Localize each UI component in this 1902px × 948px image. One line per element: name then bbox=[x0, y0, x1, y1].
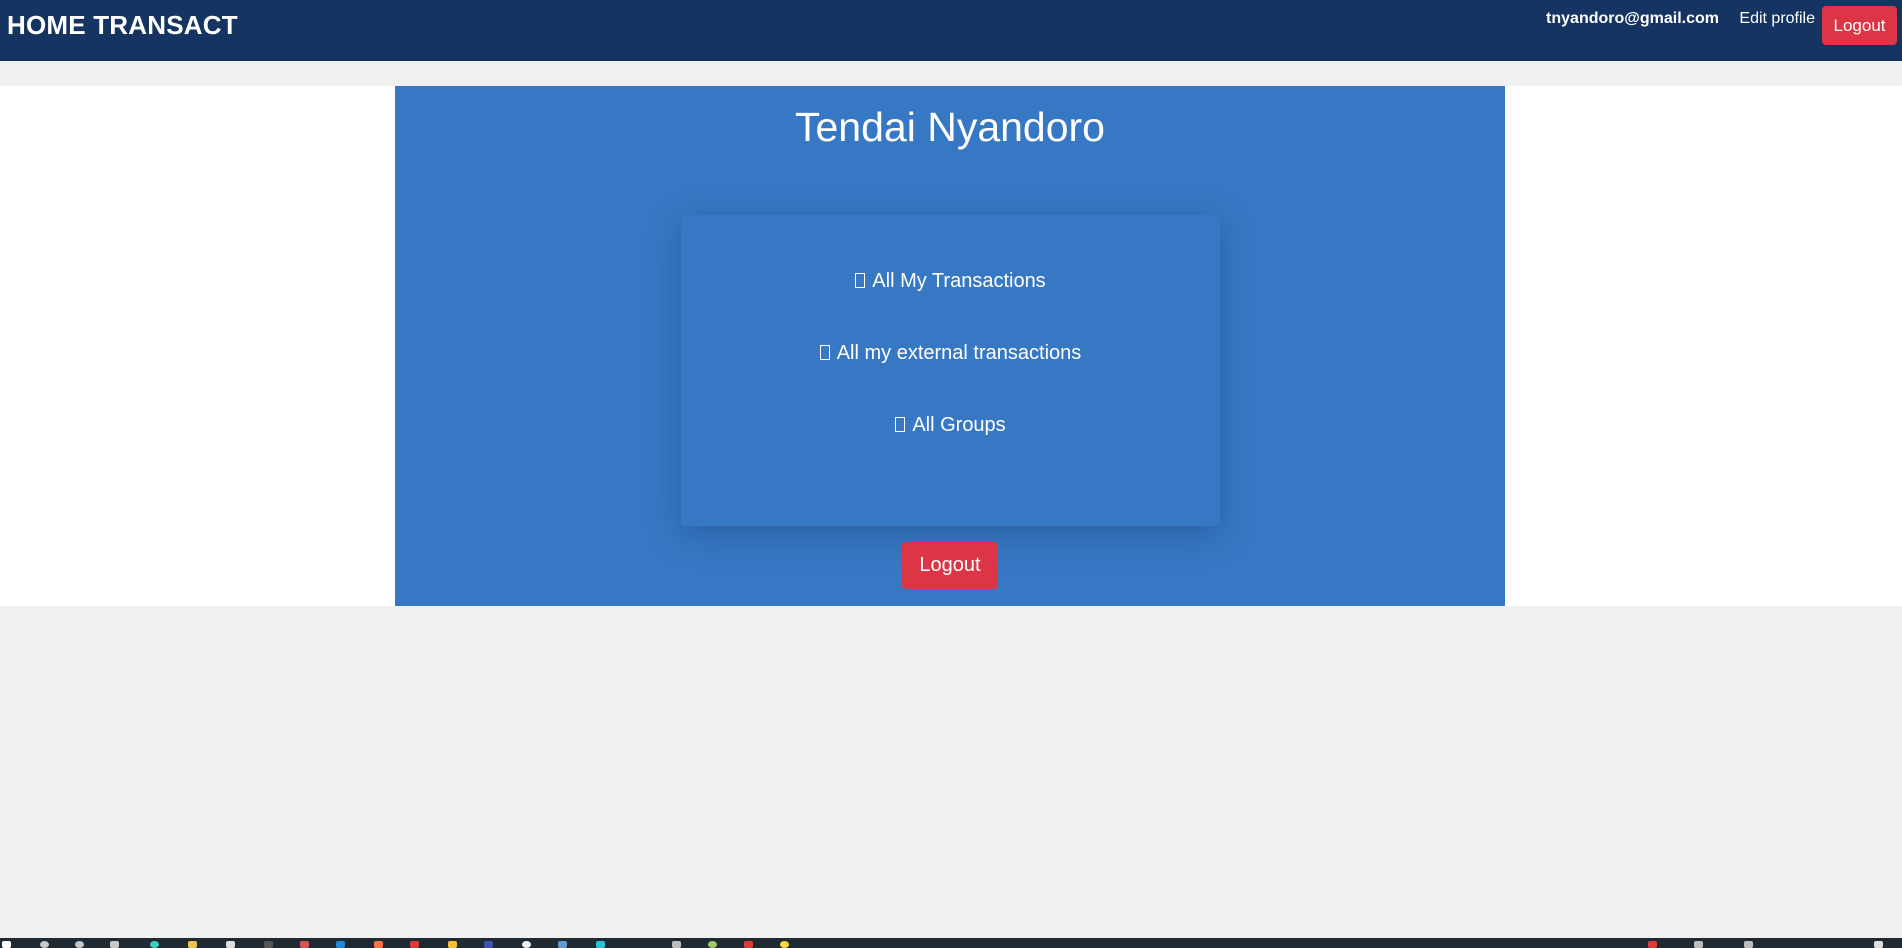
menu-item-label: All Groups bbox=[912, 414, 1006, 436]
cortana-icon[interactable] bbox=[75, 941, 84, 948]
app-icon[interactable] bbox=[522, 941, 531, 948]
volume-icon[interactable] bbox=[1744, 941, 1753, 948]
profile-name: Tendai Nyandoro bbox=[795, 104, 1105, 150]
app-icon[interactable] bbox=[780, 941, 789, 948]
menu-item-all-groups[interactable]: All Groups bbox=[681, 414, 1220, 437]
notification-icon[interactable] bbox=[1874, 941, 1883, 948]
external-icon bbox=[819, 345, 830, 360]
folder-icon[interactable] bbox=[188, 941, 197, 948]
tray-icon[interactable] bbox=[1648, 941, 1657, 948]
menu-item-label: All My Transactions bbox=[872, 270, 1046, 292]
logout-button[interactable]: Logout bbox=[902, 542, 998, 589]
task-view-icon[interactable] bbox=[110, 941, 119, 948]
edit-profile-link[interactable]: Edit profile bbox=[1739, 10, 1815, 28]
app-icon[interactable] bbox=[448, 941, 457, 948]
list-icon bbox=[855, 273, 866, 288]
app-icon[interactable] bbox=[336, 941, 345, 948]
browser-icon[interactable] bbox=[150, 941, 159, 948]
menu-item-label: All my external transactions bbox=[836, 342, 1082, 364]
app-icon[interactable] bbox=[300, 941, 309, 948]
app-icon[interactable] bbox=[264, 941, 273, 948]
app-icon[interactable] bbox=[410, 941, 419, 948]
menu-item-external-transactions[interactable]: All my external transactions bbox=[681, 342, 1220, 365]
top-navbar: HOME TRANSACT tnyandoro@gmail.com Edit p… bbox=[0, 0, 1902, 61]
app-icon[interactable] bbox=[744, 941, 753, 948]
app-icon[interactable] bbox=[558, 941, 567, 948]
profile-panel: Tendai Nyandoro All My Transactions All … bbox=[395, 86, 1505, 606]
search-icon[interactable] bbox=[40, 941, 49, 948]
os-taskbar bbox=[0, 938, 1902, 948]
app-icon[interactable] bbox=[374, 941, 383, 948]
app-icon[interactable] bbox=[226, 941, 235, 948]
group-icon bbox=[895, 417, 906, 432]
menu-card: All My Transactions All my external tran… bbox=[681, 215, 1220, 526]
navbar-logout-button[interactable]: Logout bbox=[1822, 6, 1897, 45]
user-email: tnyandoro@gmail.com bbox=[1546, 10, 1719, 27]
app-icon[interactable] bbox=[484, 941, 493, 948]
menu-item-all-transactions[interactable]: All My Transactions bbox=[681, 270, 1220, 293]
brand-link[interactable]: HOME TRANSACT bbox=[7, 10, 238, 41]
app-icon[interactable] bbox=[708, 941, 717, 948]
tray-icon[interactable] bbox=[1694, 941, 1703, 948]
app-icon[interactable] bbox=[596, 941, 605, 948]
start-icon[interactable] bbox=[2, 941, 11, 948]
app-icon[interactable] bbox=[672, 941, 681, 948]
